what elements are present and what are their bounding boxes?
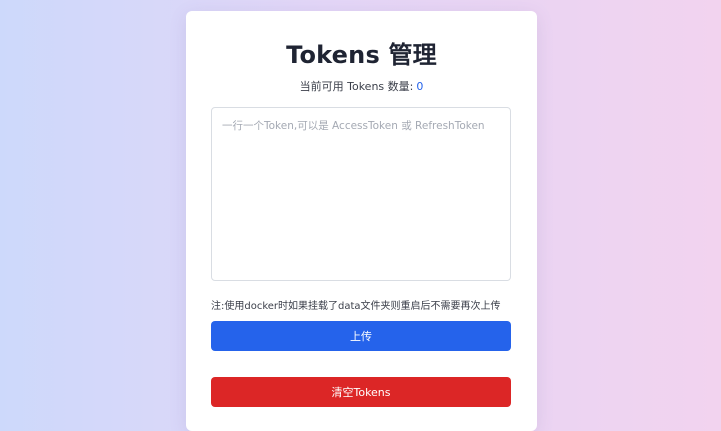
token-count-value: 0 <box>416 80 424 93</box>
token-management-card: Tokens 管理 当前可用 Tokens 数量:0 注:使用docker时如果… <box>186 11 537 431</box>
docker-note: 注:使用docker时如果挂载了data文件夹则重启后不需要再次上传 <box>211 301 501 312</box>
token-count-label: 当前可用 Tokens 数量: <box>299 80 414 93</box>
clear-tokens-button[interactable]: 清空Tokens <box>211 377 511 407</box>
upload-button[interactable]: 上传 <box>211 321 511 351</box>
page-title: Tokens 管理 <box>286 41 437 69</box>
tokens-textarea[interactable] <box>211 107 511 281</box>
token-count-status: 当前可用 Tokens 数量: 0 <box>186 78 537 94</box>
